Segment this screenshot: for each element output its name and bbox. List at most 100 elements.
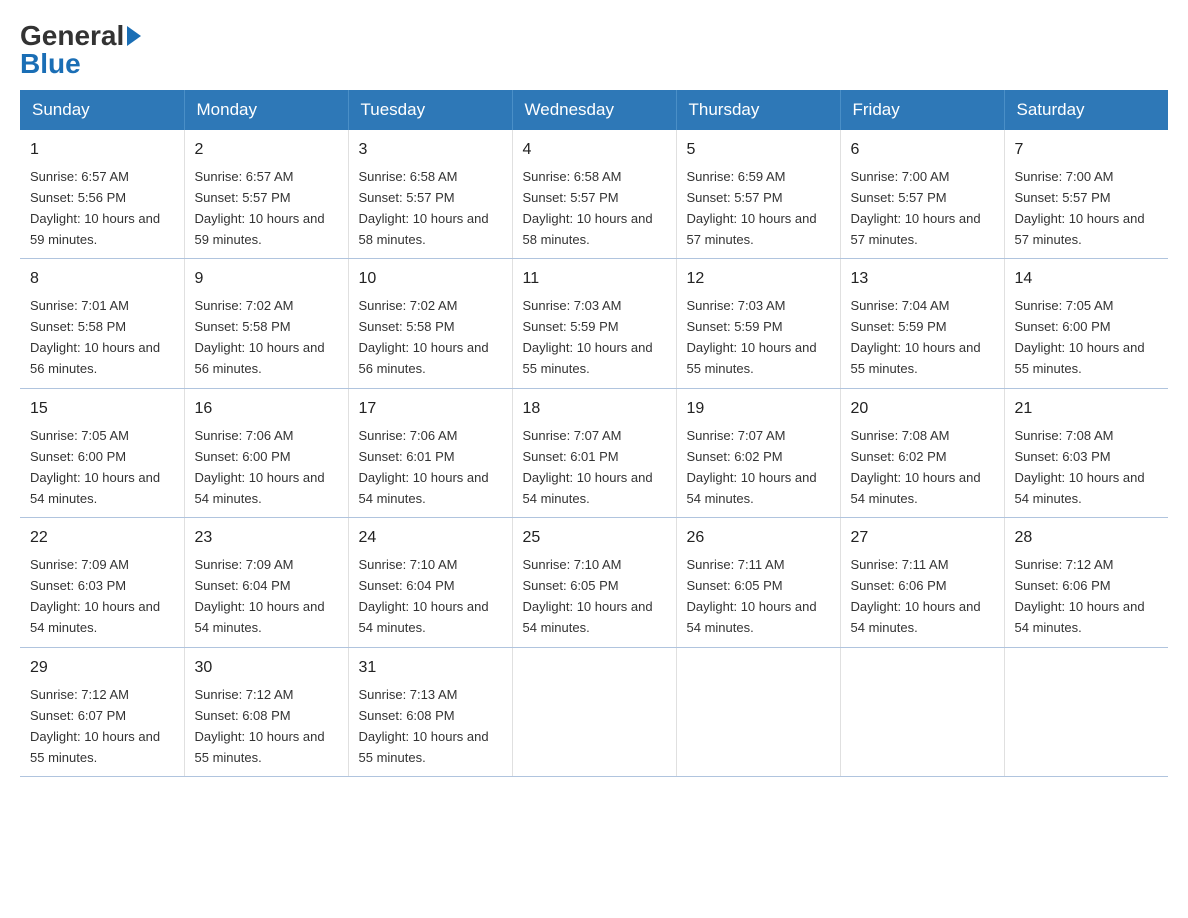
header-wednesday: Wednesday bbox=[512, 90, 676, 130]
header-monday: Monday bbox=[184, 90, 348, 130]
day-number: 24 bbox=[359, 526, 502, 551]
day-info: Sunrise: 7:00 AMSunset: 5:57 PMDaylight:… bbox=[851, 169, 981, 247]
calendar-cell: 23 Sunrise: 7:09 AMSunset: 6:04 PMDaylig… bbox=[184, 518, 348, 647]
day-info: Sunrise: 7:12 AMSunset: 6:07 PMDaylight:… bbox=[30, 687, 160, 765]
calendar-cell: 18 Sunrise: 7:07 AMSunset: 6:01 PMDaylig… bbox=[512, 388, 676, 517]
day-number: 17 bbox=[359, 397, 502, 422]
calendar-cell: 17 Sunrise: 7:06 AMSunset: 6:01 PMDaylig… bbox=[348, 388, 512, 517]
calendar-cell: 4 Sunrise: 6:58 AMSunset: 5:57 PMDayligh… bbox=[512, 130, 676, 259]
page-header: General Blue bbox=[20, 20, 1168, 80]
day-info: Sunrise: 6:58 AMSunset: 5:57 PMDaylight:… bbox=[359, 169, 489, 247]
day-info: Sunrise: 6:57 AMSunset: 5:57 PMDaylight:… bbox=[195, 169, 325, 247]
day-number: 18 bbox=[523, 397, 666, 422]
week-row-3: 15 Sunrise: 7:05 AMSunset: 6:00 PMDaylig… bbox=[20, 388, 1168, 517]
day-number: 28 bbox=[1015, 526, 1159, 551]
calendar-cell: 16 Sunrise: 7:06 AMSunset: 6:00 PMDaylig… bbox=[184, 388, 348, 517]
day-number: 5 bbox=[687, 138, 830, 163]
day-info: Sunrise: 7:06 AMSunset: 6:00 PMDaylight:… bbox=[195, 428, 325, 506]
calendar-cell: 6 Sunrise: 7:00 AMSunset: 5:57 PMDayligh… bbox=[840, 130, 1004, 259]
header-tuesday: Tuesday bbox=[348, 90, 512, 130]
week-row-5: 29 Sunrise: 7:12 AMSunset: 6:07 PMDaylig… bbox=[20, 647, 1168, 776]
calendar-cell: 7 Sunrise: 7:00 AMSunset: 5:57 PMDayligh… bbox=[1004, 130, 1168, 259]
calendar-cell: 29 Sunrise: 7:12 AMSunset: 6:07 PMDaylig… bbox=[20, 647, 184, 776]
calendar-cell: 26 Sunrise: 7:11 AMSunset: 6:05 PMDaylig… bbox=[676, 518, 840, 647]
day-number: 30 bbox=[195, 656, 338, 681]
day-number: 19 bbox=[687, 397, 830, 422]
calendar-cell: 10 Sunrise: 7:02 AMSunset: 5:58 PMDaylig… bbox=[348, 259, 512, 388]
calendar-cell: 5 Sunrise: 6:59 AMSunset: 5:57 PMDayligh… bbox=[676, 130, 840, 259]
day-number: 6 bbox=[851, 138, 994, 163]
day-number: 4 bbox=[523, 138, 666, 163]
day-info: Sunrise: 7:12 AMSunset: 6:06 PMDaylight:… bbox=[1015, 557, 1145, 635]
calendar-cell bbox=[840, 647, 1004, 776]
calendar-cell bbox=[512, 647, 676, 776]
day-number: 14 bbox=[1015, 267, 1159, 292]
day-info: Sunrise: 7:00 AMSunset: 5:57 PMDaylight:… bbox=[1015, 169, 1145, 247]
logo-arrow-icon bbox=[127, 26, 141, 46]
calendar-cell: 15 Sunrise: 7:05 AMSunset: 6:00 PMDaylig… bbox=[20, 388, 184, 517]
logo: General Blue bbox=[20, 20, 144, 80]
day-info: Sunrise: 6:59 AMSunset: 5:57 PMDaylight:… bbox=[687, 169, 817, 247]
calendar-cell: 11 Sunrise: 7:03 AMSunset: 5:59 PMDaylig… bbox=[512, 259, 676, 388]
week-row-2: 8 Sunrise: 7:01 AMSunset: 5:58 PMDayligh… bbox=[20, 259, 1168, 388]
week-row-1: 1 Sunrise: 6:57 AMSunset: 5:56 PMDayligh… bbox=[20, 130, 1168, 259]
day-number: 23 bbox=[195, 526, 338, 551]
calendar-header-row: SundayMondayTuesdayWednesdayThursdayFrid… bbox=[20, 90, 1168, 130]
day-info: Sunrise: 7:08 AMSunset: 6:02 PMDaylight:… bbox=[851, 428, 981, 506]
header-friday: Friday bbox=[840, 90, 1004, 130]
day-info: Sunrise: 7:02 AMSunset: 5:58 PMDaylight:… bbox=[195, 298, 325, 376]
day-number: 9 bbox=[195, 267, 338, 292]
header-thursday: Thursday bbox=[676, 90, 840, 130]
day-info: Sunrise: 7:04 AMSunset: 5:59 PMDaylight:… bbox=[851, 298, 981, 376]
calendar-cell: 14 Sunrise: 7:05 AMSunset: 6:00 PMDaylig… bbox=[1004, 259, 1168, 388]
calendar-cell: 21 Sunrise: 7:08 AMSunset: 6:03 PMDaylig… bbox=[1004, 388, 1168, 517]
day-info: Sunrise: 7:06 AMSunset: 6:01 PMDaylight:… bbox=[359, 428, 489, 506]
day-info: Sunrise: 7:07 AMSunset: 6:02 PMDaylight:… bbox=[687, 428, 817, 506]
calendar-cell: 12 Sunrise: 7:03 AMSunset: 5:59 PMDaylig… bbox=[676, 259, 840, 388]
day-info: Sunrise: 7:02 AMSunset: 5:58 PMDaylight:… bbox=[359, 298, 489, 376]
day-info: Sunrise: 7:10 AMSunset: 6:05 PMDaylight:… bbox=[523, 557, 653, 635]
calendar-cell: 8 Sunrise: 7:01 AMSunset: 5:58 PMDayligh… bbox=[20, 259, 184, 388]
day-info: Sunrise: 7:13 AMSunset: 6:08 PMDaylight:… bbox=[359, 687, 489, 765]
day-info: Sunrise: 7:09 AMSunset: 6:04 PMDaylight:… bbox=[195, 557, 325, 635]
day-info: Sunrise: 7:12 AMSunset: 6:08 PMDaylight:… bbox=[195, 687, 325, 765]
day-number: 8 bbox=[30, 267, 174, 292]
calendar-cell: 1 Sunrise: 6:57 AMSunset: 5:56 PMDayligh… bbox=[20, 130, 184, 259]
day-info: Sunrise: 7:03 AMSunset: 5:59 PMDaylight:… bbox=[523, 298, 653, 376]
day-info: Sunrise: 7:09 AMSunset: 6:03 PMDaylight:… bbox=[30, 557, 160, 635]
calendar-cell bbox=[1004, 647, 1168, 776]
calendar-cell bbox=[676, 647, 840, 776]
day-number: 13 bbox=[851, 267, 994, 292]
day-info: Sunrise: 7:11 AMSunset: 6:05 PMDaylight:… bbox=[687, 557, 817, 635]
calendar-cell: 28 Sunrise: 7:12 AMSunset: 6:06 PMDaylig… bbox=[1004, 518, 1168, 647]
calendar-cell: 22 Sunrise: 7:09 AMSunset: 6:03 PMDaylig… bbox=[20, 518, 184, 647]
calendar-cell: 9 Sunrise: 7:02 AMSunset: 5:58 PMDayligh… bbox=[184, 259, 348, 388]
day-number: 25 bbox=[523, 526, 666, 551]
calendar-cell: 20 Sunrise: 7:08 AMSunset: 6:02 PMDaylig… bbox=[840, 388, 1004, 517]
header-saturday: Saturday bbox=[1004, 90, 1168, 130]
day-number: 22 bbox=[30, 526, 174, 551]
day-info: Sunrise: 7:01 AMSunset: 5:58 PMDaylight:… bbox=[30, 298, 160, 376]
day-info: Sunrise: 7:08 AMSunset: 6:03 PMDaylight:… bbox=[1015, 428, 1145, 506]
day-info: Sunrise: 7:11 AMSunset: 6:06 PMDaylight:… bbox=[851, 557, 981, 635]
calendar-cell: 13 Sunrise: 7:04 AMSunset: 5:59 PMDaylig… bbox=[840, 259, 1004, 388]
day-info: Sunrise: 7:07 AMSunset: 6:01 PMDaylight:… bbox=[523, 428, 653, 506]
logo-blue: Blue bbox=[20, 48, 81, 80]
calendar-table: SundayMondayTuesdayWednesdayThursdayFrid… bbox=[20, 90, 1168, 777]
day-number: 7 bbox=[1015, 138, 1159, 163]
day-number: 29 bbox=[30, 656, 174, 681]
day-info: Sunrise: 6:57 AMSunset: 5:56 PMDaylight:… bbox=[30, 169, 160, 247]
calendar-cell: 30 Sunrise: 7:12 AMSunset: 6:08 PMDaylig… bbox=[184, 647, 348, 776]
day-number: 31 bbox=[359, 656, 502, 681]
day-number: 12 bbox=[687, 267, 830, 292]
day-info: Sunrise: 7:05 AMSunset: 6:00 PMDaylight:… bbox=[1015, 298, 1145, 376]
day-number: 26 bbox=[687, 526, 830, 551]
day-number: 16 bbox=[195, 397, 338, 422]
day-number: 21 bbox=[1015, 397, 1159, 422]
day-info: Sunrise: 7:05 AMSunset: 6:00 PMDaylight:… bbox=[30, 428, 160, 506]
header-sunday: Sunday bbox=[20, 90, 184, 130]
calendar-cell: 19 Sunrise: 7:07 AMSunset: 6:02 PMDaylig… bbox=[676, 388, 840, 517]
week-row-4: 22 Sunrise: 7:09 AMSunset: 6:03 PMDaylig… bbox=[20, 518, 1168, 647]
calendar-cell: 31 Sunrise: 7:13 AMSunset: 6:08 PMDaylig… bbox=[348, 647, 512, 776]
calendar-cell: 24 Sunrise: 7:10 AMSunset: 6:04 PMDaylig… bbox=[348, 518, 512, 647]
